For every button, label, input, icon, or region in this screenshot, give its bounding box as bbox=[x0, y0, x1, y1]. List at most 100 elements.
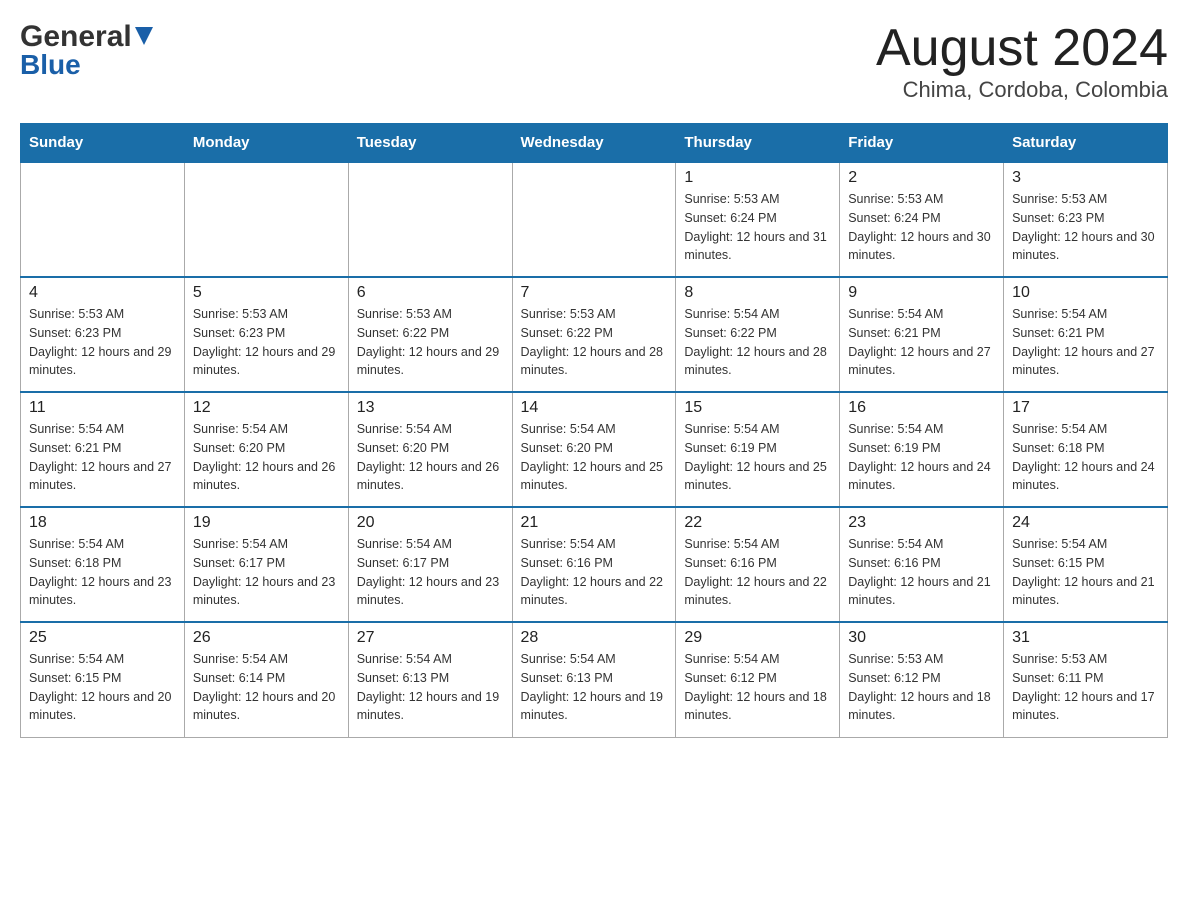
calendar-week-row: 18 Sunrise: 5:54 AMSunset: 6:18 PMDayligh… bbox=[21, 507, 1168, 622]
day-number: 21 bbox=[521, 514, 668, 532]
calendar-day-cell: 15 Sunrise: 5:54 AMSunset: 6:19 PMDayligh… bbox=[676, 392, 840, 507]
calendar-day-cell: 4Sunrise: 5:53 AMSunset: 6:23 PMDaylight… bbox=[21, 277, 185, 392]
logo-triangle-icon bbox=[133, 25, 155, 47]
day-info: Sunrise: 5:53 AMSunset: 6:11 PMDaylight:… bbox=[1012, 650, 1159, 725]
day-number: 22 bbox=[684, 514, 831, 532]
day-info: Sunrise: 5:54 AMSunset: 6:21 PMDaylight:… bbox=[29, 420, 176, 495]
calendar-week-row: 25Sunrise: 5:54 AMSunset: 6:15 PMDayligh… bbox=[21, 622, 1168, 737]
day-info: Sunrise: 5:53 AMSunset: 6:23 PMDaylight:… bbox=[193, 305, 340, 380]
calendar-title: August 2024 bbox=[876, 20, 1168, 77]
day-info: Sunrise: 5:54 AMSunset: 6:17 PMDaylight:… bbox=[193, 535, 340, 610]
logo: General Blue bbox=[20, 20, 155, 81]
day-info: Sunrise: 5:54 AMSunset: 6:18 PMDaylight:… bbox=[29, 535, 176, 610]
calendar-day-cell bbox=[184, 162, 348, 277]
day-of-week-header: Tuesday bbox=[348, 124, 512, 163]
calendar-day-cell: 23 Sunrise: 5:54 AMSunset: 6:16 PMDayligh… bbox=[840, 507, 1004, 622]
day-info: Sunrise: 5:54 AMSunset: 6:21 PMDaylight:… bbox=[1012, 305, 1159, 380]
calendar-day-cell: 16 Sunrise: 5:54 AMSunset: 6:19 PMDayligh… bbox=[840, 392, 1004, 507]
day-number: 23 bbox=[848, 514, 995, 532]
day-of-week-header: Thursday bbox=[676, 124, 840, 163]
day-number: 9 bbox=[848, 284, 995, 302]
calendar-subtitle: Chima, Cordoba, Colombia bbox=[876, 77, 1168, 103]
calendar-day-cell: 31 Sunrise: 5:53 AMSunset: 6:11 PMDayligh… bbox=[1004, 622, 1168, 737]
day-info: Sunrise: 5:54 AMSunset: 6:13 PMDaylight:… bbox=[521, 650, 668, 725]
day-info: Sunrise: 5:53 AMSunset: 6:24 PMDaylight:… bbox=[684, 190, 831, 265]
day-info: Sunrise: 5:54 AMSunset: 6:20 PMDaylight:… bbox=[357, 420, 504, 495]
calendar-day-cell: 17Sunrise: 5:54 AMSunset: 6:18 PMDayligh… bbox=[1004, 392, 1168, 507]
calendar-day-cell: 2 Sunrise: 5:53 AMSunset: 6:24 PMDaylight… bbox=[840, 162, 1004, 277]
day-number: 5 bbox=[193, 284, 340, 302]
calendar-week-row: 1 Sunrise: 5:53 AMSunset: 6:24 PMDaylight… bbox=[21, 162, 1168, 277]
calendar-day-cell: 9Sunrise: 5:54 AMSunset: 6:21 PMDaylight… bbox=[840, 277, 1004, 392]
calendar-day-cell: 29Sunrise: 5:54 AMSunset: 6:12 PMDayligh… bbox=[676, 622, 840, 737]
day-info: Sunrise: 5:53 AMSunset: 6:12 PMDaylight:… bbox=[848, 650, 995, 725]
logo-blue: Blue bbox=[20, 49, 81, 81]
calendar-title-block: August 2024 Chima, Cordoba, Colombia bbox=[876, 20, 1168, 103]
calendar-day-cell: 25Sunrise: 5:54 AMSunset: 6:15 PMDayligh… bbox=[21, 622, 185, 737]
day-number: 10 bbox=[1012, 284, 1159, 302]
day-of-week-header: Monday bbox=[184, 124, 348, 163]
day-number: 13 bbox=[357, 399, 504, 417]
calendar-day-cell: 13 Sunrise: 5:54 AMSunset: 6:20 PMDayligh… bbox=[348, 392, 512, 507]
calendar-day-cell: 1 Sunrise: 5:53 AMSunset: 6:24 PMDaylight… bbox=[676, 162, 840, 277]
calendar-day-cell: 11 Sunrise: 5:54 AMSunset: 6:21 PMDayligh… bbox=[21, 392, 185, 507]
day-info: Sunrise: 5:54 AMSunset: 6:15 PMDaylight:… bbox=[1012, 535, 1159, 610]
day-of-week-header: Sunday bbox=[21, 124, 185, 163]
day-number: 28 bbox=[521, 629, 668, 647]
day-info: Sunrise: 5:54 AMSunset: 6:13 PMDaylight:… bbox=[357, 650, 504, 725]
calendar-day-cell: 19 Sunrise: 5:54 AMSunset: 6:17 PMDayligh… bbox=[184, 507, 348, 622]
day-number: 31 bbox=[1012, 629, 1159, 647]
calendar-day-cell: 28 Sunrise: 5:54 AMSunset: 6:13 PMDayligh… bbox=[512, 622, 676, 737]
calendar-day-cell bbox=[348, 162, 512, 277]
calendar-day-cell: 26 Sunrise: 5:54 AMSunset: 6:14 PMDayligh… bbox=[184, 622, 348, 737]
day-info: Sunrise: 5:54 AMSunset: 6:22 PMDaylight:… bbox=[684, 305, 831, 380]
calendar-header: SundayMondayTuesdayWednesdayThursdayFrid… bbox=[21, 124, 1168, 163]
calendar-day-cell: 10 Sunrise: 5:54 AMSunset: 6:21 PMDayligh… bbox=[1004, 277, 1168, 392]
day-info: Sunrise: 5:53 AMSunset: 6:24 PMDaylight:… bbox=[848, 190, 995, 265]
calendar-day-cell bbox=[512, 162, 676, 277]
day-number: 18 bbox=[29, 514, 176, 532]
day-number: 24 bbox=[1012, 514, 1159, 532]
calendar-day-cell: 3Sunrise: 5:53 AMSunset: 6:23 PMDaylight… bbox=[1004, 162, 1168, 277]
day-number: 2 bbox=[848, 169, 995, 187]
day-number: 11 bbox=[29, 399, 176, 417]
day-info: Sunrise: 5:54 AMSunset: 6:19 PMDaylight:… bbox=[684, 420, 831, 495]
day-info: Sunrise: 5:54 AMSunset: 6:12 PMDaylight:… bbox=[684, 650, 831, 725]
calendar-day-cell bbox=[21, 162, 185, 277]
calendar-day-cell: 30 Sunrise: 5:53 AMSunset: 6:12 PMDayligh… bbox=[840, 622, 1004, 737]
page-header: General Blue August 2024 Chima, Cordoba,… bbox=[20, 20, 1168, 103]
day-number: 27 bbox=[357, 629, 504, 647]
calendar-day-cell: 5 Sunrise: 5:53 AMSunset: 6:23 PMDaylight… bbox=[184, 277, 348, 392]
day-number: 15 bbox=[684, 399, 831, 417]
day-number: 3 bbox=[1012, 169, 1159, 187]
day-info: Sunrise: 5:53 AMSunset: 6:22 PMDaylight:… bbox=[521, 305, 668, 380]
day-info: Sunrise: 5:53 AMSunset: 6:23 PMDaylight:… bbox=[29, 305, 176, 380]
day-info: Sunrise: 5:54 AMSunset: 6:19 PMDaylight:… bbox=[848, 420, 995, 495]
day-info: Sunrise: 5:54 AMSunset: 6:15 PMDaylight:… bbox=[29, 650, 176, 725]
calendar-day-cell: 27 Sunrise: 5:54 AMSunset: 6:13 PMDayligh… bbox=[348, 622, 512, 737]
day-info: Sunrise: 5:54 AMSunset: 6:16 PMDaylight:… bbox=[848, 535, 995, 610]
calendar-day-cell: 12Sunrise: 5:54 AMSunset: 6:20 PMDayligh… bbox=[184, 392, 348, 507]
calendar-day-cell: 8Sunrise: 5:54 AMSunset: 6:22 PMDaylight… bbox=[676, 277, 840, 392]
calendar-day-cell: 20Sunrise: 5:54 AMSunset: 6:17 PMDayligh… bbox=[348, 507, 512, 622]
day-of-week-header: Saturday bbox=[1004, 124, 1168, 163]
day-number: 6 bbox=[357, 284, 504, 302]
day-info: Sunrise: 5:54 AMSunset: 6:20 PMDaylight:… bbox=[521, 420, 668, 495]
calendar-day-cell: 22Sunrise: 5:54 AMSunset: 6:16 PMDayligh… bbox=[676, 507, 840, 622]
day-info: Sunrise: 5:54 AMSunset: 6:16 PMDaylight:… bbox=[521, 535, 668, 610]
calendar-table: SundayMondayTuesdayWednesdayThursdayFrid… bbox=[20, 123, 1168, 738]
day-number: 16 bbox=[848, 399, 995, 417]
calendar-day-cell: 24 Sunrise: 5:54 AMSunset: 6:15 PMDayligh… bbox=[1004, 507, 1168, 622]
day-number: 19 bbox=[193, 514, 340, 532]
day-number: 26 bbox=[193, 629, 340, 647]
day-number: 30 bbox=[848, 629, 995, 647]
day-info: Sunrise: 5:54 AMSunset: 6:14 PMDaylight:… bbox=[193, 650, 340, 725]
day-of-week-header: Wednesday bbox=[512, 124, 676, 163]
calendar-day-cell: 18 Sunrise: 5:54 AMSunset: 6:18 PMDayligh… bbox=[21, 507, 185, 622]
day-number: 1 bbox=[684, 169, 831, 187]
calendar-week-row: 4Sunrise: 5:53 AMSunset: 6:23 PMDaylight… bbox=[21, 277, 1168, 392]
calendar-week-row: 11 Sunrise: 5:54 AMSunset: 6:21 PMDayligh… bbox=[21, 392, 1168, 507]
day-number: 14 bbox=[521, 399, 668, 417]
day-info: Sunrise: 5:54 AMSunset: 6:18 PMDaylight:… bbox=[1012, 420, 1159, 495]
calendar-day-cell: 7Sunrise: 5:53 AMSunset: 6:22 PMDaylight… bbox=[512, 277, 676, 392]
